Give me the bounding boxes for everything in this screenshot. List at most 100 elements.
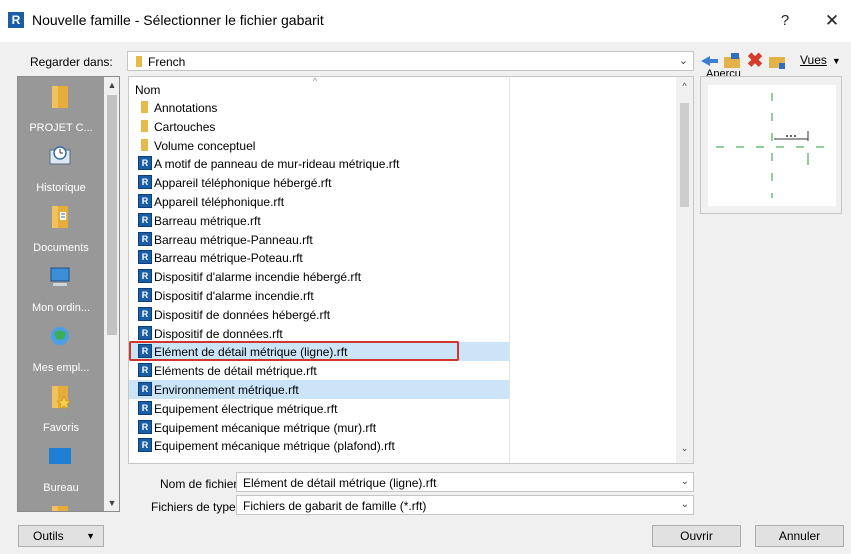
lookin-dropdown[interactable]: French ⌄ [127, 51, 694, 71]
list-item[interactable]: Volume conceptuel [129, 136, 509, 155]
list-item-hover[interactable]: R Environnement métrique.rft [129, 379, 509, 399]
place-bureau[interactable]: Bureau [18, 437, 104, 505]
history-icon [49, 146, 71, 165]
list-item[interactable]: R Dispositif de données hébergé.rft [129, 305, 509, 324]
scrollbar-thumb[interactable] [107, 95, 117, 335]
rft-file-icon: R [138, 175, 152, 190]
place-emplacements[interactable]: Mes empl... [18, 317, 104, 385]
file-name: Appareil téléphonique.rft [154, 194, 285, 209]
file-name: Dispositif de données.rft [154, 326, 283, 341]
file-name: Barreau métrique-Poteau.rft [154, 251, 303, 266]
filename-input[interactable]: Elément de détail métrique (ligne).rft ⌄ [236, 472, 694, 492]
list-item-selected[interactable]: R Elément de détail métrique (ligne).rft [129, 341, 509, 362]
dialog-body: Regarder dans: French ⌄ ✖ Vues ▼ PROJET C… [0, 42, 851, 554]
file-name: Volume conceptuel [154, 138, 256, 153]
place-label: Historique [36, 182, 86, 194]
place-favoris[interactable]: Favoris [18, 377, 104, 445]
list-item[interactable]: R Equipement mécanique métrique (mur).rft [129, 418, 509, 437]
views-button[interactable]: Vues ▼ [800, 53, 841, 67]
file-name: Eléments de détail métrique.rft [154, 364, 317, 379]
rft-file-icon: R [138, 212, 152, 227]
list-item[interactable]: R Equipement mécanique métrique (plafond)… [129, 436, 509, 455]
tools-button[interactable]: Outils ▼ [18, 525, 104, 547]
filetype-dropdown[interactable]: Fichiers de gabarit de famille (*.rft) ⌄ [236, 495, 694, 515]
place-label: Favoris [42, 422, 80, 434]
places-list: PROJET C... Historique Documents Mon ord… [18, 77, 104, 511]
file-name: Annotations [154, 101, 218, 115]
tools-label: Outils [33, 529, 64, 543]
file-name: Appareil téléphonique hébergé.rft [154, 176, 332, 191]
rft-file-icon: R [138, 344, 152, 359]
delete-icon[interactable]: ✖ [746, 51, 764, 71]
scroll-down-icon[interactable]: ▼ [104, 495, 119, 511]
rft-file-icon: R [138, 287, 152, 302]
list-item[interactable]: R Appareil téléphonique hébergé.rft [129, 173, 509, 192]
place-label: Mon ordin... [31, 302, 91, 314]
rft-file-icon: R [138, 438, 152, 453]
scroll-down-icon[interactable]: ⌄ [676, 443, 693, 459]
template-preview-drawing [716, 93, 828, 198]
rft-file-icon: R [138, 400, 152, 415]
documents-icon [52, 206, 68, 228]
place-label: Documents [33, 242, 89, 254]
rft-file-icon: R [138, 419, 152, 434]
views-label: Vues [800, 53, 827, 67]
folder-icon [141, 101, 148, 113]
list-item[interactable]: Annotations [129, 98, 509, 117]
file-name: Equipement mécanique métrique (mur).rft [154, 420, 377, 435]
place-projet[interactable]: PROJET C... [18, 77, 104, 145]
places-bar: PROJET C... Historique Documents Mon ord… [17, 76, 120, 512]
file-name: Dispositif de données hébergé.rft [154, 307, 331, 322]
scrollbar-thumb[interactable] [680, 103, 689, 207]
scroll-up-icon[interactable]: ^ [676, 81, 693, 97]
list-item[interactable]: R Equipement électrique métrique.rft [129, 399, 509, 418]
list-item[interactable]: R Barreau métrique-Panneau.rft [129, 230, 509, 249]
file-name: Dispositif d'alarme incendie.rft [154, 288, 314, 303]
scroll-up-icon[interactable]: ▲ [104, 77, 119, 93]
place-label: Bureau [43, 482, 79, 494]
place-historique[interactable]: Historique [18, 137, 104, 205]
list-item[interactable]: R Barreau métrique-Poteau.rft [129, 248, 509, 267]
file-rows: Annotations Cartouches Volume conceptuel… [129, 98, 693, 455]
place-label: Mes empl... [32, 362, 90, 374]
folder-icon [52, 506, 68, 511]
caret-down-icon: ▼ [831, 56, 841, 66]
rft-file-icon: R [138, 250, 152, 265]
help-button[interactable]: ? [770, 8, 800, 34]
list-item[interactable]: R Dispositif d'alarme incendie.rft [129, 286, 509, 305]
list-item[interactable]: Cartouches [129, 117, 509, 136]
place-ordinateur[interactable]: Mon ordin... [18, 257, 104, 325]
list-item[interactable]: R Dispositif de données.rft [129, 324, 509, 343]
file-name: Barreau métrique.rft [154, 213, 261, 228]
file-name: Equipement mécanique métrique (plafond).… [154, 439, 395, 454]
chevron-down-icon[interactable]: ⌄ [681, 476, 689, 487]
list-item[interactable]: RA motif de panneau de mur-rideau métriq… [129, 154, 509, 173]
filetype-label: Fichiers de type: [151, 500, 240, 514]
places-scrollbar[interactable]: ▲ ▼ [104, 77, 119, 511]
column-header-name[interactable]: ^ Nom [129, 77, 509, 99]
file-name: Barreau métrique-Panneau.rft [154, 232, 313, 247]
rft-file-icon: R [138, 363, 152, 378]
file-name: Environnement métrique.rft [154, 382, 299, 397]
rft-file-icon: R [138, 269, 152, 284]
network-places-icon [51, 327, 69, 345]
file-list: ^ Nom Annotations Cartouches Volume conc… [128, 76, 694, 464]
lookin-value: French [148, 55, 186, 69]
file-list-scrollbar[interactable]: ^ ⌄ [676, 77, 693, 463]
revit-app-icon: R [8, 12, 24, 28]
rft-file-icon: R [138, 306, 152, 321]
folder-icon [136, 56, 142, 67]
column-name-label: Nom [135, 83, 161, 97]
list-item[interactable]: R Barreau métrique.rft [129, 211, 509, 230]
list-item[interactable]: R Eléments de détail métrique.rft [129, 361, 509, 380]
close-button[interactable]: ✕ [817, 8, 847, 34]
list-item[interactable]: R Appareil téléphonique.rft [129, 192, 509, 211]
new-folder-icon[interactable] [768, 52, 786, 70]
cancel-button[interactable]: Annuler [755, 525, 844, 547]
place-more[interactable] [18, 497, 104, 511]
caret-down-icon: ▼ [86, 531, 95, 541]
place-documents[interactable]: Documents [18, 197, 104, 265]
list-item[interactable]: R Dispositif d'alarme incendie hébergé.rf… [129, 267, 509, 286]
open-button[interactable]: Ouvrir [652, 525, 741, 547]
folder-icon [141, 119, 148, 132]
